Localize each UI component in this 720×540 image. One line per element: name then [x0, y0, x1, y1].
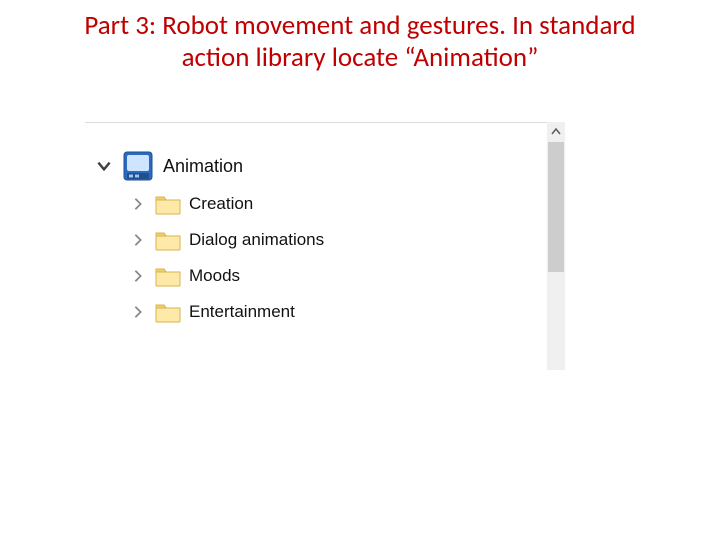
tree-view: Animation Creation	[93, 146, 393, 330]
tree-item-entertainment[interactable]: Entertainment	[127, 294, 393, 330]
tree-item-moods[interactable]: Moods	[127, 258, 393, 294]
chevron-right-icon[interactable]	[127, 265, 149, 287]
animation-box-icon	[121, 149, 155, 183]
title-line-2: action library locate “Animation”	[18, 42, 702, 74]
slide-title: Part 3: Robot movement and gestures. In …	[0, 0, 720, 74]
scroll-up-icon	[551, 127, 561, 137]
chevron-down-icon[interactable]	[93, 155, 115, 177]
chevron-right-icon[interactable]	[127, 193, 149, 215]
chevron-right-icon[interactable]	[127, 301, 149, 323]
library-tree-panel: Animation Creation	[85, 122, 565, 370]
panel-divider	[85, 122, 565, 123]
tree-item-dialog-animations[interactable]: Dialog animations	[127, 222, 393, 258]
tree-item-label: Moods	[189, 266, 240, 286]
title-line-1: Part 3: Robot movement and gestures. In …	[18, 10, 702, 42]
folder-icon	[155, 193, 181, 215]
tree-item-label: Dialog animations	[189, 230, 324, 250]
tree-children: Creation Dialog animations	[93, 186, 393, 330]
chevron-right-icon[interactable]	[127, 229, 149, 251]
folder-icon	[155, 229, 181, 251]
scroll-up-button[interactable]	[547, 122, 565, 142]
tree-item-creation[interactable]: Creation	[127, 186, 393, 222]
tree-item-animation[interactable]: Animation	[93, 146, 393, 186]
folder-icon	[155, 301, 181, 323]
tree-item-label: Entertainment	[189, 302, 295, 322]
folder-icon	[155, 265, 181, 287]
tree-item-label: Animation	[163, 156, 243, 177]
tree-item-label: Creation	[189, 194, 253, 214]
scrollbar-thumb[interactable]	[548, 142, 564, 272]
